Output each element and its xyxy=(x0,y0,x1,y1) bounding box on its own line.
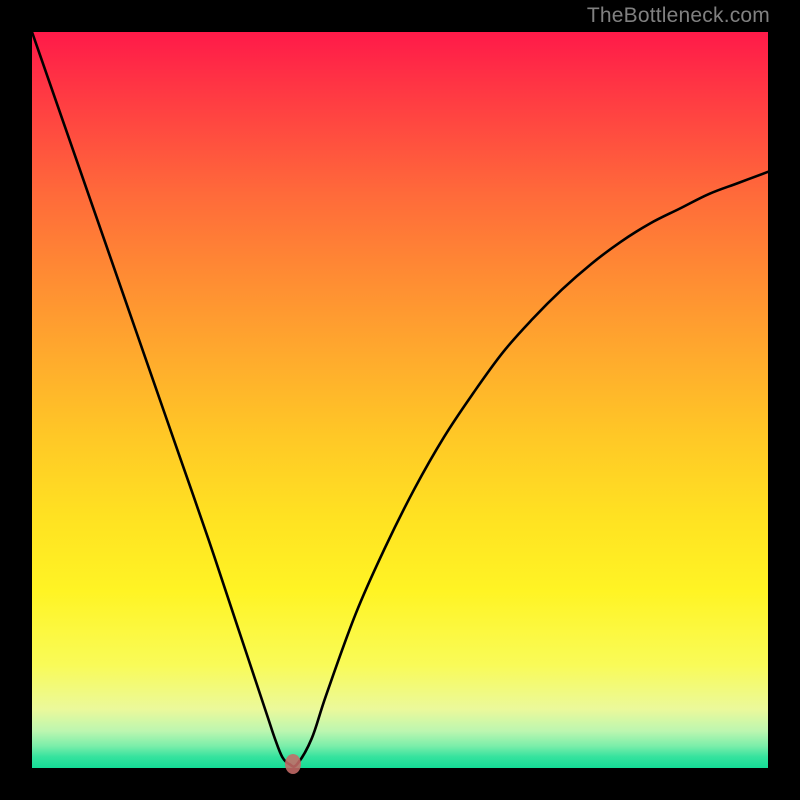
bottleneck-curve xyxy=(32,32,768,768)
chart-frame: TheBottleneck.com xyxy=(0,0,800,800)
watermark-text: TheBottleneck.com xyxy=(587,4,770,28)
minimum-marker xyxy=(285,754,301,774)
